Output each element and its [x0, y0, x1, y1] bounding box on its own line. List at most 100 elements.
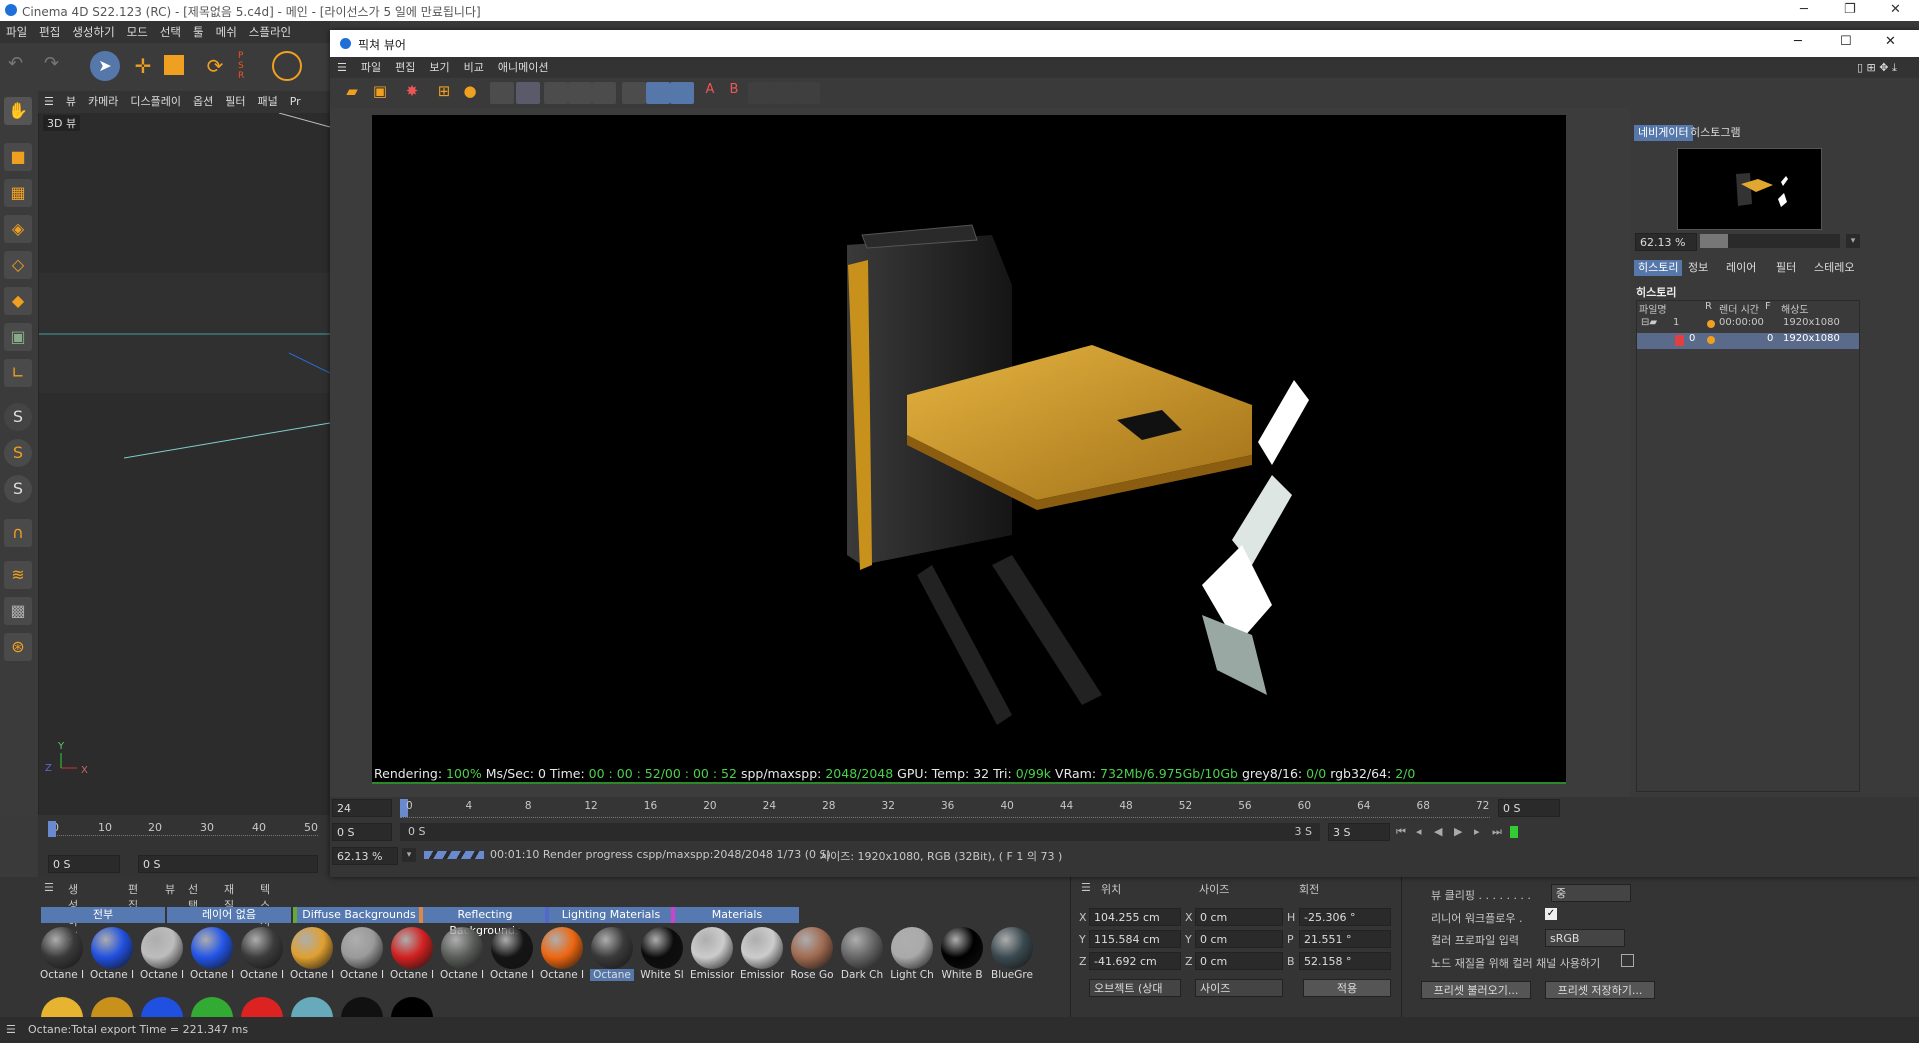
delete-icon[interactable]	[516, 82, 540, 104]
render-icon[interactable]: ✸	[400, 82, 424, 104]
node-color-checkbox[interactable]	[1621, 954, 1634, 967]
apply-button[interactable]: 적용	[1303, 979, 1391, 997]
coord-mode-select[interactable]: 오브젝트 (상대	[1089, 979, 1181, 997]
navigator-zoom-field[interactable]: 62.13 %	[1635, 233, 1697, 251]
mat-tab-no-layer[interactable]: 레이어 없음	[167, 907, 291, 923]
copy-icon[interactable]	[490, 82, 514, 104]
set-a-icon[interactable]: A	[698, 82, 722, 104]
material-preview-partial[interactable]	[291, 997, 333, 1017]
pv-right-field[interactable]: 0 S	[1498, 799, 1560, 817]
prev-frame-icon[interactable]: ◂	[1416, 825, 1422, 838]
mat-tab-all[interactable]: 전부	[41, 907, 165, 923]
coords-hamburger-icon[interactable]: ☰	[1081, 881, 1091, 894]
render-image[interactable]: Rendering: 100% Ms/Sec: 0 Time: 00 : 00 …	[372, 115, 1566, 784]
model-mode-icon[interactable]: ✋	[4, 97, 32, 125]
scale-icon[interactable]	[164, 55, 184, 75]
material-item[interactable]: Dark Ch	[840, 927, 884, 981]
pv-end-field[interactable]: 3 S	[1328, 823, 1390, 841]
pv-menu-edit[interactable]: 편집	[388, 57, 422, 78]
size-mode-select[interactable]: 사이즈	[1195, 979, 1283, 997]
vp-menu-pr[interactable]: Pr	[284, 91, 307, 113]
material-item[interactable]: White B	[940, 927, 984, 981]
timeline-start-field[interactable]: 0 S	[48, 855, 120, 873]
tab-layers[interactable]: 레이어	[1722, 260, 1760, 276]
pos-y-field[interactable]: 115.584 cm	[1089, 930, 1181, 948]
material-item[interactable]: Octane I	[40, 927, 84, 981]
material-item[interactable]: Octane	[590, 927, 634, 981]
menu-edit[interactable]: 편집	[33, 21, 66, 43]
mat-menu-view[interactable]: 뷰	[165, 881, 175, 897]
status-hamburger-icon[interactable]: ☰	[6, 1017, 16, 1043]
mat-tab-diffuse[interactable]: Diffuse Backgrounds	[293, 907, 421, 923]
menu-mode[interactable]: 모드	[121, 21, 154, 43]
diff-icon[interactable]	[772, 82, 796, 104]
menu-mesh[interactable]: 메쉬	[210, 21, 243, 43]
material-item[interactable]: Octane I	[490, 927, 534, 981]
undo-icon[interactable]: ↶	[8, 53, 34, 79]
tab-histogram[interactable]: 히스토그램	[1686, 125, 1745, 141]
mat-tab-reflecting[interactable]: Reflecting Backgrounds	[419, 907, 547, 937]
object-mode-icon[interactable]: ■	[4, 143, 32, 171]
ab-icon[interactable]	[622, 82, 646, 104]
size-z-field[interactable]: 0 cm	[1195, 952, 1283, 970]
material-item[interactable]: Emission	[740, 927, 784, 981]
texture-mode-icon[interactable]: ▦	[4, 179, 32, 207]
material-item[interactable]: Octane I	[540, 927, 584, 981]
vp-menu-display[interactable]: 디스플레이	[124, 91, 187, 113]
rotate-icon[interactable]: ⟳	[200, 51, 230, 81]
material-item[interactable]: Octane I	[340, 927, 384, 981]
timeline-end-field[interactable]: 0 S	[138, 855, 318, 873]
vp-menu-camera[interactable]: 카메라	[82, 91, 124, 113]
snap-icon-2[interactable]: S	[4, 439, 32, 467]
material-item[interactable]: Octane I	[90, 927, 134, 981]
pv-close-icon[interactable]: ✕	[1885, 34, 1896, 49]
pv-menu-view[interactable]: 보기	[422, 57, 456, 78]
split-v-icon[interactable]	[670, 82, 694, 104]
grid-icon[interactable]: ▩	[4, 597, 32, 625]
split-h-icon[interactable]	[646, 82, 670, 104]
material-preview-partial[interactable]	[41, 997, 83, 1017]
view-clipping-select[interactable]: 중	[1551, 884, 1631, 902]
pv-start-field[interactable]: 0 S	[332, 823, 392, 841]
pv-zoom-field[interactable]: 62.13 %	[332, 847, 398, 865]
goto-end-icon[interactable]: ⏭	[1492, 825, 1502, 839]
material-preview-partial[interactable]	[341, 997, 383, 1017]
overlay-icon[interactable]	[796, 82, 820, 104]
menu-select[interactable]: 선택	[154, 21, 187, 43]
material-item[interactable]: White Sl	[640, 927, 684, 981]
pv-menu-file[interactable]: 파일	[354, 57, 388, 78]
uv-mode-icon[interactable]: ▣	[4, 323, 32, 351]
material-item[interactable]: Octane I	[140, 927, 184, 981]
3d-viewport[interactable]: 3D 뷰 Y Z X	[39, 113, 330, 815]
pv-range-bar[interactable]: 0 S 3 S	[400, 823, 1320, 841]
open-icon[interactable]: ▰	[340, 82, 364, 104]
vp-menu-options[interactable]: 옵션	[187, 91, 219, 113]
goto-start-icon[interactable]: ⏮	[1396, 825, 1406, 839]
pv-menu-compare[interactable]: 비교	[457, 57, 491, 78]
close-icon[interactable]: ✕	[1890, 2, 1901, 17]
material-item[interactable]: Octane I	[440, 927, 484, 981]
color-profile-select[interactable]: sRGB	[1545, 929, 1625, 947]
tab-navigator[interactable]: 네비게이터	[1634, 125, 1693, 141]
snap-icon-1[interactable]: S	[4, 403, 32, 431]
material-hamburger-icon[interactable]: ☰	[44, 881, 54, 894]
compare-b-icon[interactable]	[568, 82, 592, 104]
menu-tools[interactable]: 툴	[187, 21, 210, 43]
material-item[interactable]: BlueGre	[990, 927, 1034, 981]
pv-zoom-dropdown-icon[interactable]: ▾	[402, 848, 416, 862]
main-timeline[interactable]: 0 10 20 30 40 50 0 S 0 S	[38, 815, 330, 877]
redo-icon[interactable]: ↷	[44, 53, 70, 79]
material-item[interactable]: Octane I	[290, 927, 334, 981]
save-icon[interactable]: ▣	[368, 82, 392, 104]
history-row[interactable]: 0 0 1920x1080	[1637, 333, 1859, 349]
pv-hamburger-icon[interactable]: ☰	[330, 57, 354, 78]
play-back-icon[interactable]: ◀	[1434, 825, 1442, 838]
tab-history[interactable]: 히스토리	[1634, 260, 1683, 276]
vp-menu-view[interactable]: 뷰	[60, 91, 82, 113]
next-frame-icon[interactable]: ▸	[1474, 825, 1480, 838]
pv-timeline-ruler[interactable]: 0 4 8 12 16 20 24 28 32 36 40 44 48 52 56 60 64 68 72	[400, 799, 1490, 818]
edge-mode-icon[interactable]: ◇	[4, 251, 32, 279]
polygon-mode-icon[interactable]: ◆	[4, 287, 32, 315]
vp-menu-filter[interactable]: 필터	[219, 91, 251, 113]
pv-menu-animation[interactable]: 애니메이션	[491, 57, 556, 78]
